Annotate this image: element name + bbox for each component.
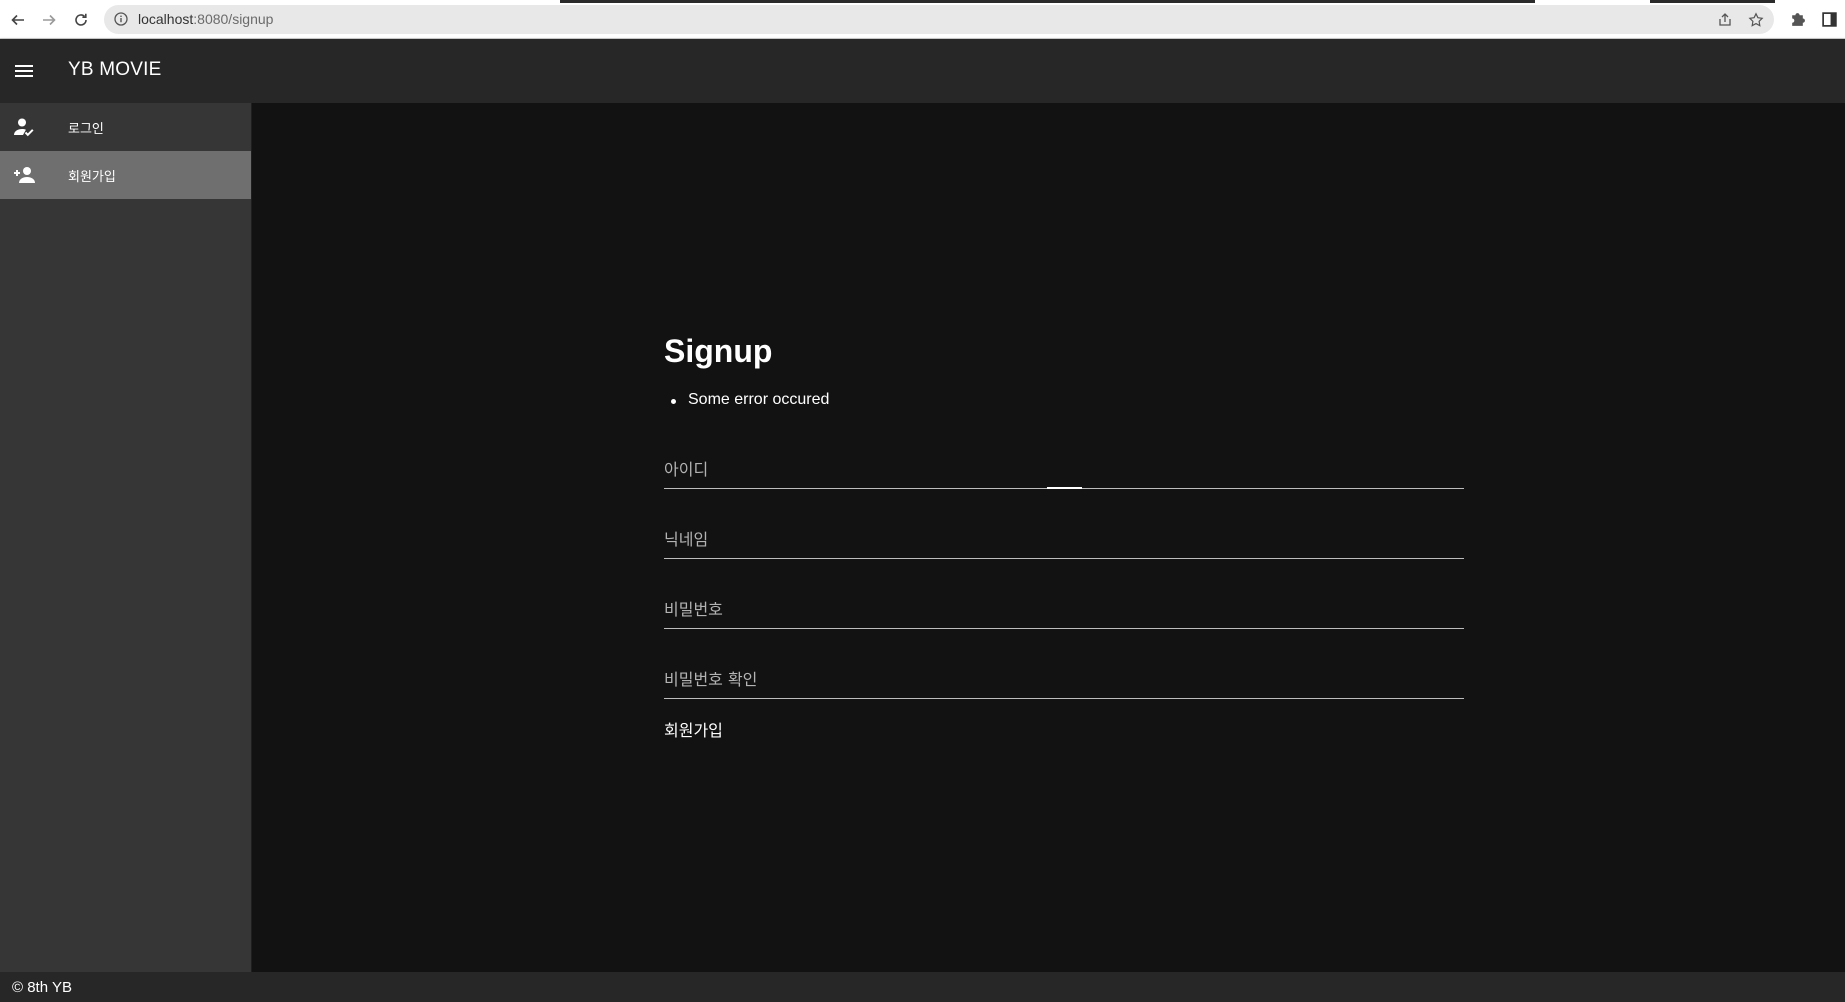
app-bar: YB MOVIE	[0, 39, 1845, 103]
error-list: Some error occured	[664, 391, 829, 409]
id-field[interactable]	[664, 451, 1464, 491]
navigation-drawer: 로그인 회원가입	[0, 103, 252, 972]
arrow-right-icon	[43, 14, 56, 26]
page-title: Signup	[664, 333, 773, 369]
input-underline	[664, 698, 1464, 699]
browser-toolbar: localhost:8080/signup	[0, 0, 1845, 39]
tab-strip-segment	[1650, 0, 1775, 3]
tab-strip-segment	[560, 0, 1535, 3]
url-host: localhost	[138, 11, 194, 27]
nickname-input[interactable]	[664, 521, 1464, 557]
reload-icon	[75, 13, 87, 26]
password-confirm-field[interactable]	[664, 661, 1464, 701]
forward-button[interactable]	[38, 9, 60, 31]
arrow-left-icon	[11, 14, 24, 26]
share-icon[interactable]	[1717, 12, 1733, 28]
url-text[interactable]: localhost:8080/signup	[138, 11, 273, 27]
sidepanel-icon[interactable]	[1821, 11, 1838, 28]
menu-icon[interactable]	[12, 59, 36, 83]
password-input[interactable]	[664, 591, 1464, 627]
star-icon[interactable]	[1748, 12, 1764, 28]
app-title[interactable]: YB MOVIE	[68, 59, 161, 81]
reload-button[interactable]	[70, 9, 92, 31]
info-icon[interactable]	[114, 12, 128, 26]
footer: © 8th YB	[0, 972, 1845, 1002]
password-confirm-input[interactable]	[664, 661, 1464, 697]
copyright-text: © 8th YB	[12, 979, 72, 996]
main-content: Signup Some error occured 회원가입	[252, 103, 1845, 972]
nickname-field[interactable]	[664, 521, 1464, 561]
password-field[interactable]	[664, 591, 1464, 631]
sidebar-item-login[interactable]: 로그인	[0, 103, 251, 151]
url-path: :8080/signup	[193, 11, 274, 27]
id-input[interactable]	[664, 451, 1464, 487]
signup-button[interactable]: 회원가입	[664, 717, 723, 741]
sidebar-item-signup[interactable]: 회원가입	[0, 151, 251, 199]
sidebar-item-label: 회원가입	[68, 170, 116, 185]
focus-indicator	[1047, 487, 1082, 489]
account-check-icon	[14, 118, 34, 137]
back-button[interactable]	[7, 9, 29, 31]
address-bar[interactable]: localhost:8080/signup	[104, 5, 1774, 34]
input-underline	[664, 558, 1464, 559]
sidebar-item-label: 로그인	[68, 122, 104, 137]
account-plus-icon	[14, 167, 35, 183]
input-underline	[664, 628, 1464, 629]
error-message: Some error occured	[664, 391, 829, 409]
puzzle-icon[interactable]	[1789, 11, 1806, 28]
